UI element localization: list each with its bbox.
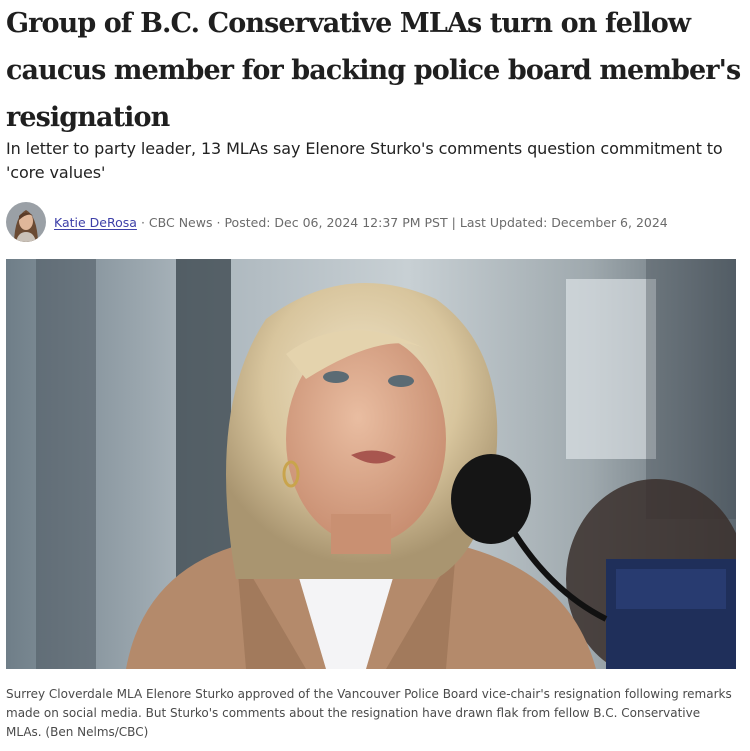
byline-posted: Posted: Dec 06, 2024 12:37 PM PST [224, 214, 448, 230]
byline-separator: | [451, 214, 456, 230]
article-deck: In letter to party leader, 13 MLAs say E… [6, 139, 723, 182]
byline-dot: · [140, 214, 145, 230]
lead-photo-image [6, 259, 736, 669]
photo-caption: Surrey Cloverdale MLA Elenore Sturko app… [6, 687, 732, 739]
article-headline: Group of B.C. Conservative MLAs turn on … [6, 8, 741, 133]
lead-photo[interactable] [6, 259, 736, 669]
author-link[interactable]: Katie DeRosa [54, 215, 137, 230]
byline: Katie DeRosa · CBC News · Posted: Dec 06… [6, 201, 668, 243]
byline-updated: Last Updated: December 6, 2024 [459, 214, 668, 230]
byline-outlet: CBC News [148, 214, 213, 230]
author-avatar-image [6, 202, 46, 242]
author-avatar[interactable] [6, 202, 46, 242]
byline-dot: · [216, 214, 221, 230]
